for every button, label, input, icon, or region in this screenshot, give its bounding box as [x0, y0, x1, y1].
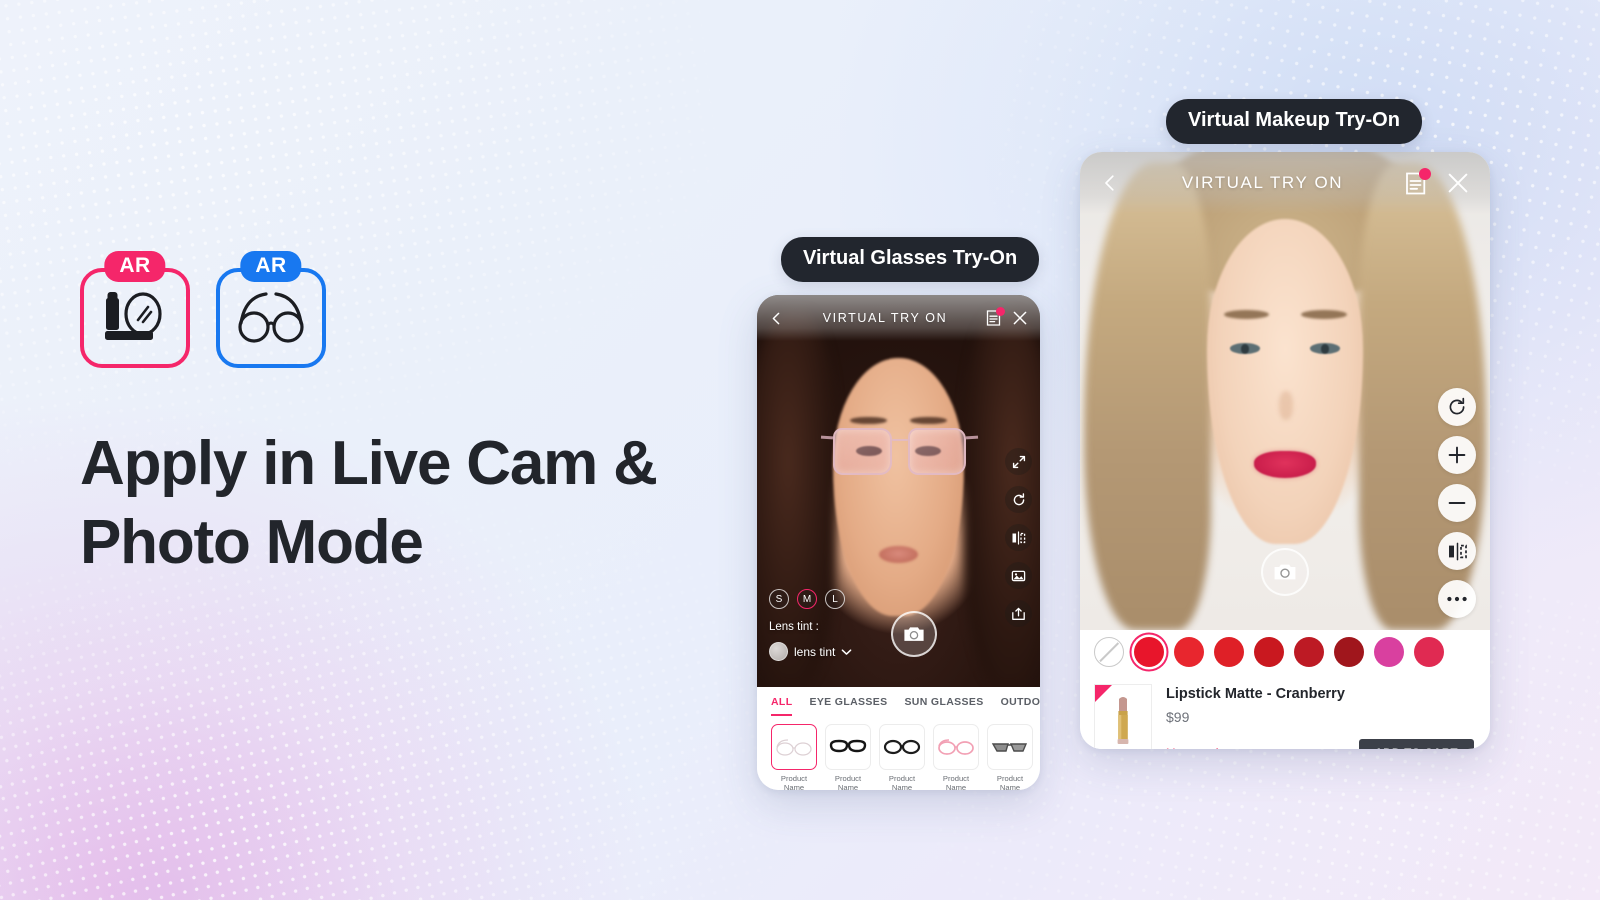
shade-swatch[interactable] — [1174, 637, 1204, 667]
reset-icon[interactable] — [1005, 486, 1032, 513]
catalog-item[interactable]: Product Name — [879, 724, 925, 790]
catalog-tab-bar: ALL EYE GLASSES SUN GLASSES OUTDOOR SPOR… — [757, 687, 1040, 716]
ar-badge-group: AR AR — [80, 251, 720, 368]
tab-all[interactable]: ALL — [771, 696, 793, 716]
product-name: Product Name — [996, 774, 1024, 790]
catalog-item[interactable]: Product Name — [933, 724, 979, 790]
lens-tint-label: Lens tint : — [769, 621, 819, 633]
add-to-cart-button[interactable]: ADD TO CART — [1358, 739, 1474, 749]
tag-virtual-glasses: Virtual Glasses Try-On — [781, 237, 1040, 282]
makeup-product-row: Lipstick Matte - Cranberry $99 More prod… — [1080, 674, 1490, 749]
makeup-tryon-card: VIRTUAL TRY ON Lipstick Matte - Cranberr… — [1080, 152, 1490, 749]
product-name: Product Name — [942, 774, 970, 790]
makeup-tool-strip — [1438, 388, 1476, 618]
reset-icon[interactable] — [1438, 388, 1476, 426]
minus-icon[interactable] — [1438, 484, 1476, 522]
lipstick-mirror-icon — [80, 268, 190, 368]
ar-badge-glasses-label: AR — [240, 251, 302, 283]
product-name: Product Name — [888, 774, 916, 790]
lens-tint-dropdown[interactable]: lens tint — [769, 642, 852, 661]
glasses-header-title: VIRTUAL TRY ON — [822, 311, 948, 325]
chevron-left-icon[interactable] — [1100, 173, 1120, 193]
product-name: Product Name — [834, 774, 862, 790]
ar-badge-makeup-label: AR — [104, 251, 166, 283]
promo-banner: AR AR Apply in Live Cam & Photo Mode Vir… — [0, 0, 1600, 900]
close-icon[interactable] — [1012, 310, 1028, 326]
chevron-left-icon[interactable] — [769, 311, 784, 326]
makeup-shutter-button[interactable] — [1261, 548, 1309, 596]
note-list-icon[interactable] — [1405, 167, 1431, 195]
notification-badge — [996, 307, 1005, 316]
frame-size-selector: S M L — [769, 589, 845, 609]
camera-icon — [903, 627, 924, 641]
note-list-icon[interactable] — [986, 307, 1005, 326]
shade-swatch[interactable] — [1294, 637, 1324, 667]
shade-none[interactable] — [1094, 637, 1124, 667]
shade-swatch[interactable] — [1254, 637, 1284, 667]
glasses-catalog: ALL EYE GLASSES SUN GLASSES OUTDOOR SPOR… — [757, 687, 1040, 790]
ar-badge-glasses: AR — [216, 251, 326, 368]
glasses-shutter-button[interactable] — [890, 611, 937, 657]
glasses-tool-strip — [1005, 448, 1032, 627]
ar-badge-makeup: AR — [80, 251, 190, 368]
more-icon[interactable] — [1438, 580, 1476, 618]
lens-tint-value: lens tint — [794, 644, 836, 659]
lens-tint-swatch — [769, 642, 788, 661]
shade-swatch[interactable] — [1334, 637, 1364, 667]
catalog-item[interactable]: Product Name — [987, 724, 1033, 790]
more-products-link[interactable]: More products › — [1166, 748, 1247, 749]
catalog-item[interactable]: Product Name — [825, 724, 871, 790]
shade-swatch[interactable] — [1134, 637, 1164, 667]
product-thumbnail — [771, 724, 817, 770]
tag-virtual-makeup: Virtual Makeup Try-On — [1166, 99, 1422, 144]
shade-swatch[interactable] — [1374, 637, 1404, 667]
compare-icon[interactable] — [1438, 532, 1476, 570]
close-icon[interactable] — [1446, 171, 1470, 195]
product-info: Lipstick Matte - Cranberry $99 More prod… — [1166, 684, 1474, 749]
product-thumbnail — [987, 724, 1033, 770]
lipstick-shade-bar — [1080, 630, 1490, 674]
tab-outdoor-sports[interactable]: OUTDOOR SPORTS — [1001, 696, 1040, 714]
shade-swatch[interactable] — [1214, 637, 1244, 667]
product-thumbnail[interactable] — [1094, 684, 1152, 749]
product-name: Lipstick Matte - Cranberry — [1166, 686, 1345, 702]
new-flag-icon — [1095, 685, 1112, 702]
camera-icon — [1274, 564, 1296, 580]
size-option-l[interactable]: L — [825, 589, 845, 609]
product-price: $99 — [1166, 709, 1190, 725]
eyeglasses-icon — [216, 268, 326, 368]
lipstick-ar-overlay — [1254, 450, 1316, 478]
gallery-icon[interactable] — [1005, 562, 1032, 589]
size-option-s[interactable]: S — [769, 589, 789, 609]
makeup-header-title: VIRTUAL TRY ON — [1181, 173, 1344, 192]
tab-eye-glasses[interactable]: EYE GLASSES — [809, 696, 887, 714]
chevron-down-icon — [842, 648, 852, 655]
product-actions: More products › ADD TO CART — [1166, 739, 1474, 749]
glasses-camera-view: VIRTUAL TRY ON S M L Lens tint: lens ti… — [757, 295, 1040, 687]
product-name: Product Name — [780, 774, 808, 790]
catalog-item[interactable]: Product Name — [771, 724, 817, 790]
compare-icon[interactable] — [1005, 524, 1032, 551]
background-pink-wash-secondary — [0, 590, 500, 900]
product-thumbnail — [879, 724, 925, 770]
hero-section: AR AR Apply in Live Cam & Photo Mode — [80, 251, 720, 583]
glasses-header-bar: VIRTUAL TRY ON — [757, 295, 1040, 341]
makeup-header-bar: VIRTUAL TRY ON — [1080, 152, 1490, 214]
page-title: Apply in Live Cam & Photo Mode — [80, 429, 658, 578]
catalog-product-list: Product Name Product Name Product Name P… — [757, 716, 1040, 790]
shade-swatch[interactable] — [1414, 637, 1444, 667]
share-icon[interactable] — [1005, 600, 1032, 627]
tab-sun-glasses[interactable]: SUN GLASSES — [904, 696, 983, 714]
product-thumbnail — [825, 724, 871, 770]
lipstick-icon — [1117, 697, 1129, 744]
notification-badge — [1419, 167, 1431, 180]
makeup-camera-view: VIRTUAL TRY ON — [1080, 152, 1490, 630]
glasses-ar-overlay — [821, 428, 979, 476]
plus-icon[interactable] — [1438, 436, 1476, 474]
glasses-tryon-card: VIRTUAL TRY ON S M L Lens tint: lens ti… — [757, 295, 1040, 790]
expand-icon[interactable] — [1005, 448, 1032, 475]
product-thumbnail — [933, 724, 979, 770]
size-option-m[interactable]: M — [797, 589, 817, 609]
